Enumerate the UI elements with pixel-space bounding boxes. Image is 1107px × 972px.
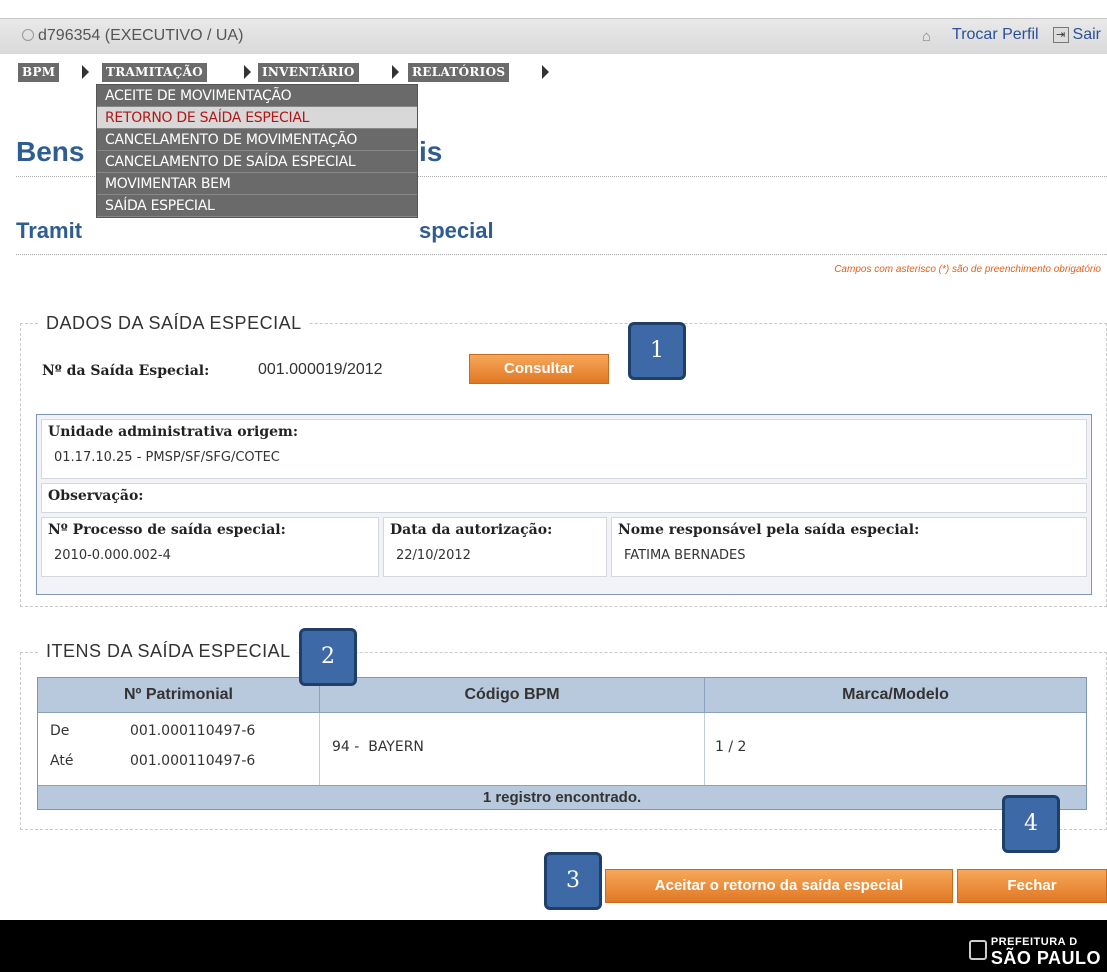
logo-line-2: SÃO PAULO <box>990 948 1101 968</box>
column-header-marca-modelo: Marca/Modelo <box>705 678 1086 712</box>
top-right-links: ⌂ Trocar Perfil ⇥ Sair <box>922 26 1101 45</box>
responsavel-value: FATIMA BERNADES <box>624 548 746 563</box>
dados-info-box: Unidade administrativa origem: 01.17.10.… <box>36 414 1092 595</box>
fechar-button[interactable]: Fechar <box>957 869 1107 903</box>
tramitacao-dropdown: ACEITE DE MOVIMENTAÇÃO RETORNO DE SAÍDA … <box>96 84 418 218</box>
marca-modelo-cell: 1 / 2 <box>705 713 1086 786</box>
callout-1: 1 <box>628 322 686 380</box>
unidade-value: 01.17.10.25 - PMSP/SF/SFG/COTEC <box>54 450 280 465</box>
numero-saida-value: 001.000019/2012 <box>258 361 383 378</box>
page-footer <box>0 920 1107 972</box>
callout-4: 4 <box>1002 795 1060 853</box>
city-seal-icon <box>968 940 987 960</box>
dropdown-item-saida-especial[interactable]: SAÍDA ESPECIAL <box>97 195 417 217</box>
page-subtitle-start: Tramit <box>16 218 83 243</box>
ate-label: Até <box>50 753 74 769</box>
observacao-label: Observação: <box>48 488 144 504</box>
dados-legend: DADOS DA SAÍDA ESPECIAL <box>40 313 308 334</box>
required-fields-note: Campos com asterisco (*) são de preenchi… <box>834 264 1101 275</box>
processo-label: Nº Processo de saída especial: <box>48 522 286 538</box>
exit-link[interactable]: Sair <box>1073 26 1101 43</box>
user-info: d796354 (EXECUTIVO / UA) <box>22 27 243 45</box>
responsavel-label: Nome responsável pela saída especial: <box>618 522 920 538</box>
codigo-bpm-value: 94 - BAYERN <box>332 739 424 755</box>
processo-cell: Nº Processo de saída especial: 2010-0.00… <box>41 517 379 577</box>
data-autorizacao-value: 22/10/2012 <box>396 548 471 563</box>
logo-line-1: PREFEITURA D <box>990 936 1078 948</box>
responsavel-cell: Nome responsável pela saída especial: FA… <box>611 517 1087 577</box>
data-cell: Data da autorização: 22/10/2012 <box>383 517 607 577</box>
menu-arrow-icon <box>82 65 89 79</box>
home-icon[interactable]: ⌂ <box>922 28 938 45</box>
patrimonial-cell: De 001.000110497-6 Até 001.000110497-6 <box>38 713 320 786</box>
marca-modelo-value: 1 / 2 <box>715 739 747 755</box>
menu-item-bpm[interactable]: BPM <box>18 63 60 82</box>
menu-item-tramitacao[interactable]: TRAMITAÇÃO <box>102 63 208 82</box>
dropdown-item-movimentar-bem[interactable]: MOVIMENTAR BEM <box>97 173 417 195</box>
callout-2: 2 <box>299 628 357 686</box>
itens-table: Nº Patrimonial Código BPM Marca/Modelo D… <box>37 677 1087 810</box>
de-label: De <box>50 723 70 739</box>
dropdown-item-retorno-saida-especial[interactable]: RETORNO DE SAÍDA ESPECIAL <box>97 107 417 129</box>
codigo-bpm-cell: 94 - BAYERN <box>320 713 705 786</box>
dropdown-item-cancelamento-saida-especial[interactable]: CANCELAMENTO DE SAÍDA ESPECIAL <box>97 151 417 173</box>
observacao-cell: Observação: <box>41 483 1087 513</box>
dropdown-item-cancelamento-movimentacao[interactable]: CANCELAMENTO DE MOVIMENTAÇÃO <box>97 129 417 151</box>
processo-value: 2010-0.000.002-4 <box>54 548 171 563</box>
main-menu: BPM TRAMITAÇÃO INVENTÁRIO RELATÓRIOS <box>0 56 1107 86</box>
unidade-cell: Unidade administrativa origem: 01.17.10.… <box>41 419 1087 479</box>
page-title-start: Bens <box>16 136 85 167</box>
exit-icon[interactable]: ⇥ <box>1052 27 1069 43</box>
top-bar: d796354 (EXECUTIVO / UA) ⌂ Trocar Perfil ⇥… <box>0 18 1107 54</box>
column-header-codigo-bpm: Código BPM <box>320 678 705 712</box>
table-footer-count: 1 registro encontrado. <box>38 785 1086 809</box>
callout-3: 3 <box>544 852 602 910</box>
menu-item-relatorios[interactable]: RELATÓRIOS <box>408 63 510 82</box>
prefeitura-logo: PREFEITURA D SÃO PAULO <box>968 936 1101 969</box>
menu-arrow-icon <box>392 65 399 79</box>
user-label: d796354 (EXECUTIVO / UA) <box>38 27 244 44</box>
table-row: De 001.000110497-6 Até 001.000110497-6 9… <box>38 712 1086 786</box>
change-profile-link[interactable]: Trocar Perfil <box>952 26 1039 43</box>
user-icon <box>22 29 34 41</box>
menu-arrow-icon <box>244 65 251 79</box>
consultar-button[interactable]: Consultar <box>469 354 609 384</box>
menu-arrow-icon <box>542 65 549 79</box>
dropdown-item-aceite-movimentacao[interactable]: ACEITE DE MOVIMENTAÇÃO <box>97 85 417 107</box>
column-header-patrimonial: Nº Patrimonial <box>38 678 320 712</box>
page-title-end: is <box>419 136 443 167</box>
menu-item-inventario[interactable]: INVENTÁRIO <box>258 63 359 82</box>
numero-saida-label: Nº da Saída Especial: <box>42 363 210 379</box>
itens-legend: ITENS DA SAÍDA ESPECIAL <box>40 641 297 662</box>
divider <box>16 254 1107 255</box>
aceitar-retorno-button[interactable]: Aceitar o retorno da saída especial <box>605 869 953 903</box>
data-autorizacao-label: Data da autorização: <box>390 522 553 538</box>
ate-value: 001.000110497-6 <box>130 753 256 769</box>
de-value: 001.000110497-6 <box>130 723 256 739</box>
page-subtitle-end: special <box>419 218 494 243</box>
unidade-label: Unidade administrativa origem: <box>48 424 298 440</box>
